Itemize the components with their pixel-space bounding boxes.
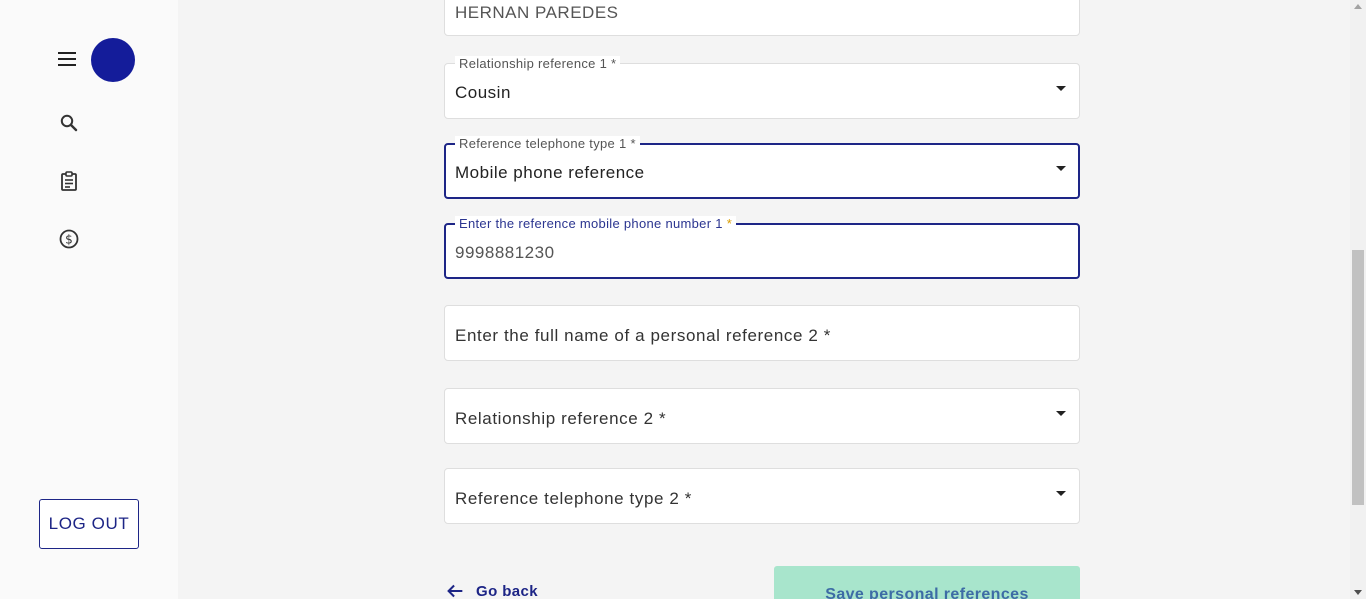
reference-mobile-number-1-input[interactable]: Enter the reference mobile phone number … <box>444 216 1080 279</box>
full-name-reference-2-input[interactable]: Enter the full name of a personal refere… <box>444 305 1080 361</box>
reference-telephone-type-2-placeholder: Reference telephone type 2 * <box>455 489 693 508</box>
arrow-left-icon <box>447 584 463 598</box>
relationship-reference-2-select[interactable]: Relationship reference 2 * <box>444 388 1080 444</box>
chevron-down-icon[interactable] <box>1056 411 1066 416</box>
chevron-down-icon[interactable] <box>1056 86 1066 91</box>
chevron-down-icon[interactable] <box>1056 491 1066 496</box>
reference-telephone-type-1-label: Reference telephone type 1 * <box>455 136 640 151</box>
reference-telephone-type-1-value: Mobile phone reference <box>455 163 645 182</box>
required-marker: * <box>726 216 733 231</box>
clipboard-icon[interactable] <box>57 169 81 193</box>
chevron-down-icon[interactable] <box>1056 166 1066 171</box>
sidebar: $ LOG OUT <box>0 0 178 599</box>
search-icon[interactable] <box>57 111 81 135</box>
relationship-reference-1-select[interactable]: Relationship reference 1 * Cousin <box>444 56 1080 119</box>
logout-button[interactable]: LOG OUT <box>39 499 139 549</box>
save-personal-references-button[interactable]: Save personal references <box>774 566 1080 599</box>
page-scrollbar[interactable] <box>1350 0 1366 599</box>
dollar-circle-icon[interactable]: $ <box>57 227 81 251</box>
avatar[interactable] <box>91 38 135 82</box>
full-name-reference-2-placeholder: Enter the full name of a personal refere… <box>455 326 831 345</box>
go-back-label: Go back <box>476 582 538 599</box>
reference-mobile-number-1-label-text: Enter the reference mobile phone number … <box>459 216 727 231</box>
reference-telephone-type-2-select[interactable]: Reference telephone type 2 * <box>444 468 1080 524</box>
scroll-down-arrow-icon[interactable] <box>1354 590 1362 595</box>
relationship-reference-1-value: Cousin <box>455 83 511 102</box>
reference-mobile-number-1-value: 9998881230 <box>455 243 555 262</box>
full-name-reference-1-value: HERNAN PAREDES <box>455 3 619 22</box>
relationship-reference-1-label: Relationship reference 1 * <box>455 56 621 71</box>
hamburger-menu-icon[interactable] <box>57 50 77 68</box>
go-back-link[interactable]: Go back <box>444 580 538 599</box>
scroll-up-arrow-icon[interactable] <box>1354 4 1362 9</box>
full-name-reference-1-field[interactable]: HERNAN PAREDES <box>444 0 1080 36</box>
reference-mobile-number-1-label: Enter the reference mobile phone number … <box>455 216 737 231</box>
svg-text:$: $ <box>65 233 73 247</box>
relationship-reference-2-placeholder: Relationship reference 2 * <box>455 409 667 428</box>
scrollbar-thumb[interactable] <box>1352 250 1364 505</box>
reference-telephone-type-1-select[interactable]: Reference telephone type 1 * Mobile phon… <box>444 136 1080 199</box>
